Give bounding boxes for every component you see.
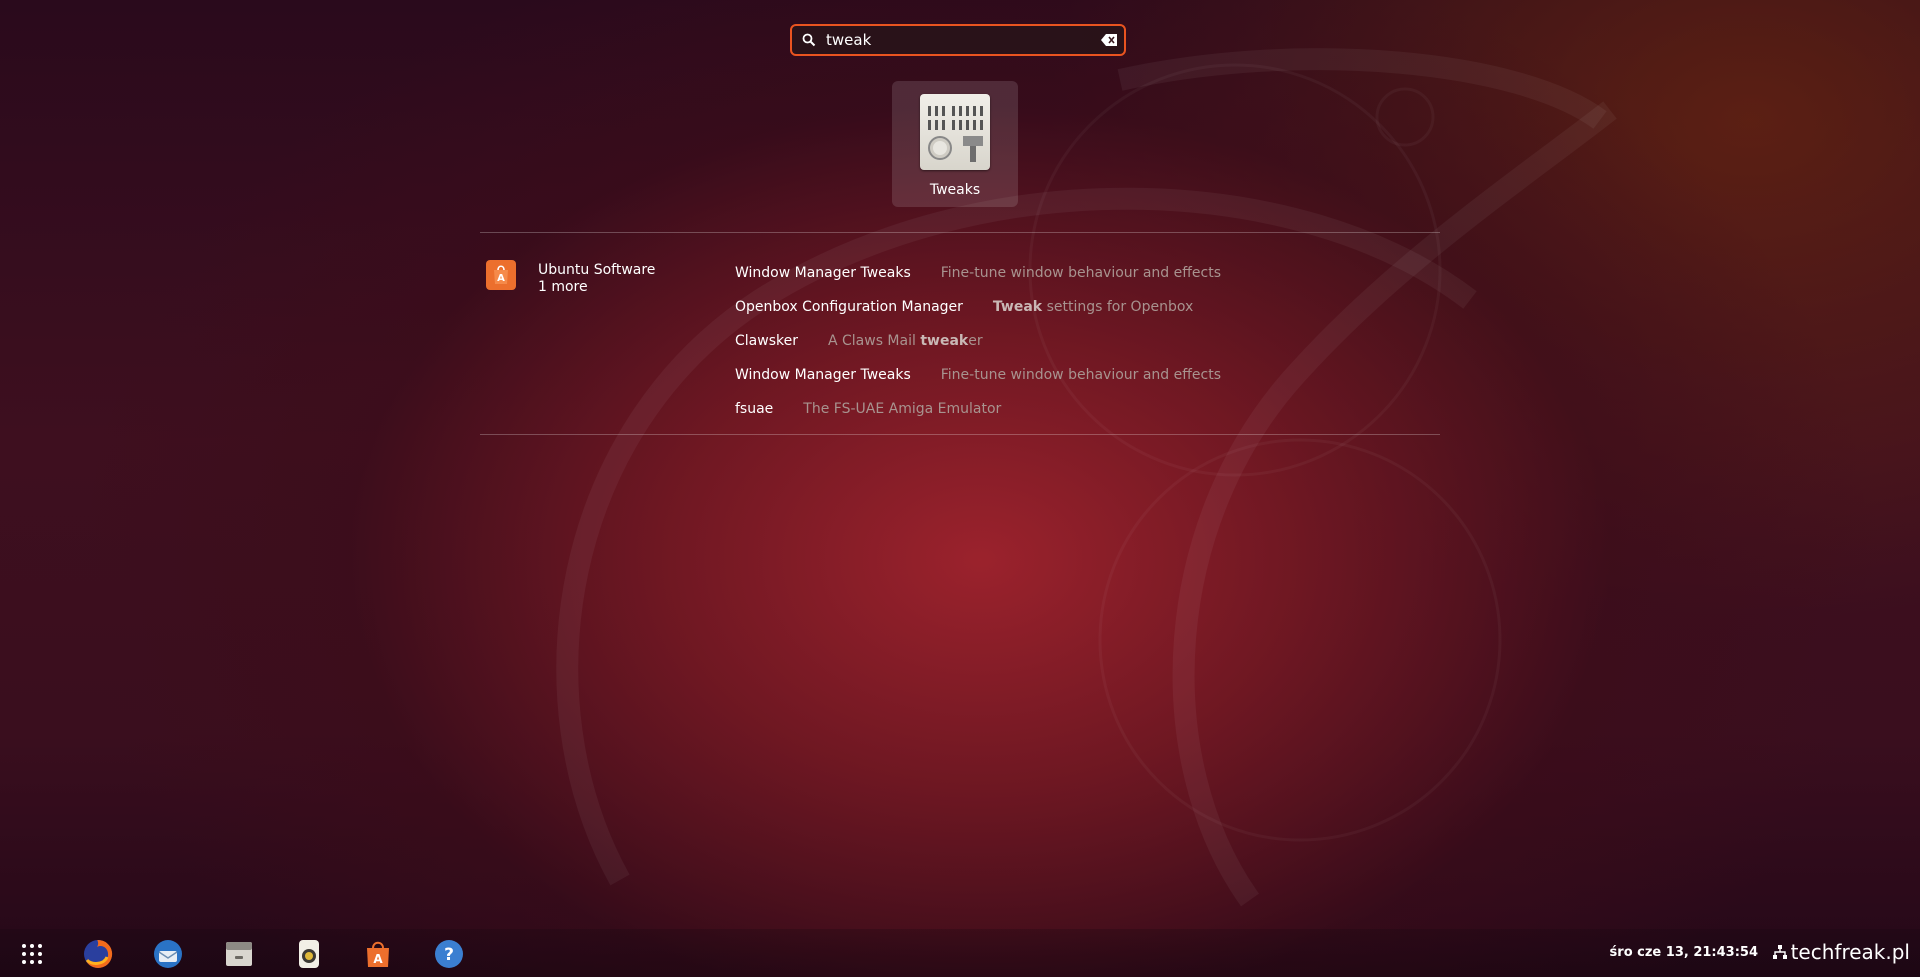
provider-more-link[interactable]: 1 more bbox=[538, 279, 655, 296]
result-description: Tweak settings for Openbox bbox=[992, 299, 1194, 315]
provider-name: Ubuntu Software bbox=[538, 262, 656, 278]
result-description: Fine-tune window behaviour and effects bbox=[940, 265, 1221, 281]
result-description: Fine-tune window behaviour and effects bbox=[940, 367, 1221, 383]
rhythmbox-icon[interactable] bbox=[292, 937, 326, 971]
clear-search-icon[interactable] bbox=[1094, 34, 1124, 46]
search-icon bbox=[792, 33, 826, 47]
svg-text:?: ? bbox=[444, 945, 454, 965]
firefox-icon[interactable] bbox=[81, 937, 115, 971]
watermark: techfreak.pl bbox=[1772, 940, 1910, 964]
tweaks-icon bbox=[920, 94, 990, 170]
result-name: fsuae bbox=[735, 401, 774, 417]
search-results-list: Window Manager Tweaks Fine-tune window b… bbox=[735, 256, 1221, 426]
clock[interactable]: śro cze 13, 21:43:54 bbox=[1610, 945, 1758, 960]
result-description: A Claws Mail tweaker bbox=[827, 333, 983, 349]
results-divider-bottom bbox=[480, 434, 1440, 435]
app-result-label: Tweaks bbox=[929, 182, 981, 198]
provider-ubuntu-software[interactable]: A Ubuntu Software 1 more bbox=[486, 260, 655, 296]
list-item[interactable]: fsuae The FS-UAE Amiga Emulator bbox=[735, 392, 1221, 426]
result-name: Window Manager Tweaks bbox=[735, 265, 911, 281]
result-name: Clawsker bbox=[735, 333, 798, 349]
list-item[interactable]: Window Manager Tweaks Fine-tune window b… bbox=[735, 256, 1221, 290]
files-icon[interactable] bbox=[222, 937, 256, 971]
search-input[interactable] bbox=[826, 31, 1094, 49]
help-icon[interactable]: ? bbox=[432, 937, 466, 971]
svg-text:A: A bbox=[373, 952, 383, 966]
list-item[interactable]: Window Manager Tweaks Fine-tune window b… bbox=[735, 358, 1221, 392]
svg-text:A: A bbox=[497, 273, 505, 284]
app-result-tweaks[interactable]: Tweaks bbox=[892, 81, 1018, 207]
search-bar[interactable] bbox=[790, 24, 1126, 56]
result-name: Openbox Configuration Manager bbox=[735, 299, 963, 315]
list-item[interactable]: Openbox Configuration Manager Tweak sett… bbox=[735, 290, 1221, 324]
ubuntu-software-icon[interactable]: A bbox=[361, 937, 395, 971]
result-name: Window Manager Tweaks bbox=[735, 367, 911, 383]
results-divider-top bbox=[480, 232, 1440, 233]
show-applications-icon[interactable] bbox=[15, 937, 49, 971]
watermark-text: techfreak.pl bbox=[1790, 940, 1910, 964]
thunderbird-icon[interactable] bbox=[151, 937, 185, 971]
result-description: The FS-UAE Amiga Emulator bbox=[803, 401, 1002, 417]
network-icon bbox=[1772, 945, 1787, 959]
list-item[interactable]: Clawsker A Claws Mail tweaker bbox=[735, 324, 1221, 358]
ubuntu-software-icon: A bbox=[486, 260, 516, 290]
